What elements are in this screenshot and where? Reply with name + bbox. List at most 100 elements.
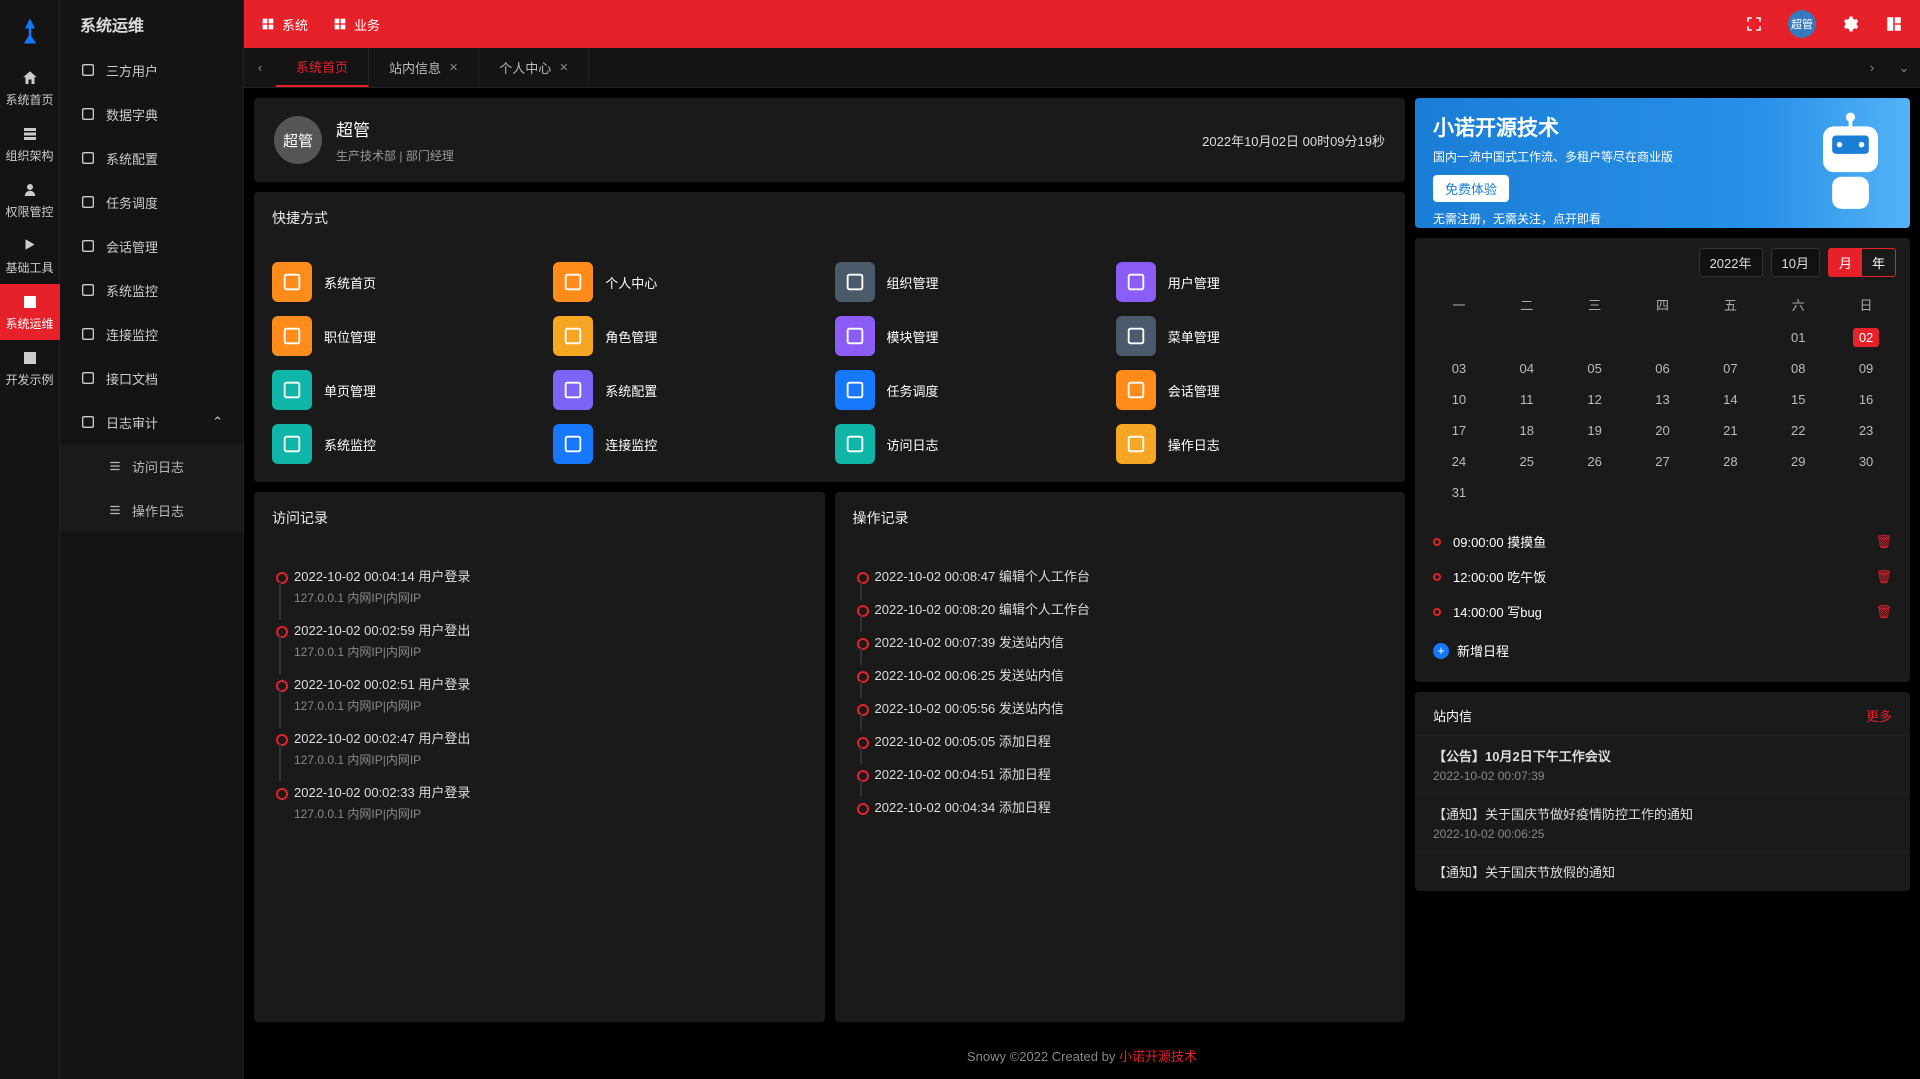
cal-day-18[interactable]: 18 bbox=[1493, 415, 1561, 446]
cal-day-16[interactable]: 16 bbox=[1832, 384, 1900, 415]
sub-item-8[interactable]: 日志审计⌃ bbox=[60, 400, 243, 444]
cal-day-20[interactable]: 20 bbox=[1629, 415, 1697, 446]
shortcut-1[interactable]: 个人中心 bbox=[553, 262, 824, 302]
tab-next-icon[interactable]: › bbox=[1856, 48, 1888, 87]
trash-icon[interactable]: 🗑 bbox=[1875, 569, 1892, 585]
tab-menu-icon[interactable]: ⌄ bbox=[1888, 48, 1920, 87]
cal-day-5[interactable]: 05 bbox=[1561, 353, 1629, 384]
tab-prev-icon[interactable]: ‹ bbox=[244, 48, 276, 87]
tab-0[interactable]: 系统首页 bbox=[276, 48, 369, 87]
cal-day-11[interactable]: 11 bbox=[1493, 384, 1561, 415]
shortcut-14[interactable]: 访问日志 bbox=[835, 424, 1106, 464]
sub-item-2[interactable]: 系统配置 bbox=[60, 136, 243, 180]
footer-link[interactable]: 小诺开源技术 bbox=[1119, 1049, 1197, 1064]
tab-close-icon[interactable]: ✕ bbox=[559, 61, 568, 74]
shortcut-5[interactable]: 角色管理 bbox=[553, 316, 824, 356]
cal-day-17[interactable]: 17 bbox=[1425, 415, 1493, 446]
cal-day-10[interactable]: 10 bbox=[1425, 384, 1493, 415]
tab-2[interactable]: 个人中心✕ bbox=[479, 48, 589, 87]
cal-day-28[interactable]: 28 bbox=[1696, 446, 1764, 477]
cal-day-2[interactable]: 02 bbox=[1832, 322, 1900, 353]
cal-day-24[interactable]: 24 bbox=[1425, 446, 1493, 477]
cal-dow: 日 bbox=[1832, 287, 1900, 322]
cal-day-22[interactable]: 22 bbox=[1764, 415, 1832, 446]
shortcut-13[interactable]: 连接监控 bbox=[553, 424, 824, 464]
shortcut-9[interactable]: 系统配置 bbox=[553, 370, 824, 410]
cal-day-23[interactable]: 23 bbox=[1832, 415, 1900, 446]
shortcut-12[interactable]: 系统监控 bbox=[272, 424, 543, 464]
user-card: 超管 超管 生产技术部 | 部门经理 2022年10月02日 00时09分19秒 bbox=[254, 98, 1405, 182]
cal-day-8[interactable]: 08 bbox=[1764, 353, 1832, 384]
timeline-item: 2022-10-02 00:05:56 发送站内信 bbox=[853, 698, 1388, 717]
shortcut-8[interactable]: 单页管理 bbox=[272, 370, 543, 410]
cal-month-select[interactable]: 10月 bbox=[1771, 248, 1820, 277]
message-item-0[interactable]: 【公告】10月2日下午工作会议2022-10-02 00:07:39 bbox=[1415, 735, 1910, 793]
promo-banner[interactable]: 小诺开源技术 国内一流中国式工作流、多租户等尽在商业版 免费体验 无需注册，无需… bbox=[1415, 98, 1910, 228]
layout-icon[interactable] bbox=[1884, 14, 1904, 34]
cal-day-3[interactable]: 03 bbox=[1425, 353, 1493, 384]
trash-icon[interactable]: 🗑 bbox=[1875, 604, 1892, 620]
sub-child-8-0[interactable]: 访问日志 bbox=[60, 444, 243, 488]
banner-button[interactable]: 免费体验 bbox=[1433, 175, 1509, 202]
trash-icon[interactable]: 🗑 bbox=[1875, 534, 1892, 550]
sub-item-1[interactable]: 数据字典 bbox=[60, 92, 243, 136]
user-avatar[interactable]: 超管 bbox=[1788, 10, 1816, 38]
shortcut-6[interactable]: 模块管理 bbox=[835, 316, 1106, 356]
tab-close-icon[interactable]: ✕ bbox=[449, 61, 458, 74]
shortcut-7[interactable]: 菜单管理 bbox=[1116, 316, 1387, 356]
shortcut-11[interactable]: 会话管理 bbox=[1116, 370, 1387, 410]
top-link-1[interactable]: 业务 bbox=[332, 15, 380, 34]
messages-more[interactable]: 更多 bbox=[1866, 706, 1892, 725]
cal-day-12[interactable]: 12 bbox=[1561, 384, 1629, 415]
mini-item-5[interactable]: 开发示例 bbox=[0, 340, 60, 396]
sub-child-8-1[interactable]: 操作日志 bbox=[60, 488, 243, 532]
cal-day-27[interactable]: 27 bbox=[1629, 446, 1697, 477]
sub-item-3[interactable]: 任务调度 bbox=[60, 180, 243, 224]
mini-item-2[interactable]: 权限管控 bbox=[0, 172, 60, 228]
top-link-0[interactable]: 系统 bbox=[260, 15, 308, 34]
cal-day-4[interactable]: 04 bbox=[1493, 353, 1561, 384]
sub-item-4[interactable]: 会话管理 bbox=[60, 224, 243, 268]
cal-day-9[interactable]: 09 bbox=[1832, 353, 1900, 384]
cal-day-13[interactable]: 13 bbox=[1629, 384, 1697, 415]
cal-day-21[interactable]: 21 bbox=[1696, 415, 1764, 446]
tab-1[interactable]: 站内信息✕ bbox=[369, 48, 479, 87]
sub-item-5[interactable]: 系统监控 bbox=[60, 268, 243, 312]
cal-day-26[interactable]: 26 bbox=[1561, 446, 1629, 477]
mini-item-1[interactable]: 组织架构 bbox=[0, 116, 60, 172]
cal-day-29[interactable]: 29 bbox=[1764, 446, 1832, 477]
cal-day-31[interactable]: 31 bbox=[1425, 477, 1493, 508]
shortcut-15[interactable]: 操作日志 bbox=[1116, 424, 1387, 464]
cal-day-14[interactable]: 14 bbox=[1696, 384, 1764, 415]
agenda-item-2: 14:00:00 写bug🗑 bbox=[1433, 594, 1892, 629]
agenda-add[interactable]: +新增日程 bbox=[1433, 629, 1892, 672]
cal-day-7[interactable]: 07 bbox=[1696, 353, 1764, 384]
sub-item-7[interactable]: 接口文档 bbox=[60, 356, 243, 400]
cal-day-6[interactable]: 06 bbox=[1629, 353, 1697, 384]
messages-card: 站内信 更多 【公告】10月2日下午工作会议2022-10-02 00:07:3… bbox=[1415, 692, 1910, 891]
message-item-2[interactable]: 【通知】关于国庆节放假的通知 bbox=[1415, 851, 1910, 891]
mini-item-0[interactable]: 系统首页 bbox=[0, 60, 60, 116]
mini-item-3[interactable]: 基础工具 bbox=[0, 228, 60, 284]
shortcut-10[interactable]: 任务调度 bbox=[835, 370, 1106, 410]
cal-day-19[interactable]: 19 bbox=[1561, 415, 1629, 446]
cal-year-select[interactable]: 2022年 bbox=[1699, 248, 1763, 277]
cal-day-25[interactable]: 25 bbox=[1493, 446, 1561, 477]
cal-day-1[interactable]: 01 bbox=[1764, 322, 1832, 353]
shortcut-4[interactable]: 职位管理 bbox=[272, 316, 543, 356]
sub-item-6[interactable]: 连接监控 bbox=[60, 312, 243, 356]
shortcut-0[interactable]: 系统首页 bbox=[272, 262, 543, 302]
sub-item-0[interactable]: 三方用户 bbox=[60, 48, 243, 92]
mini-item-4[interactable]: 系统运维 bbox=[0, 284, 60, 340]
cal-seg-month[interactable]: 月 bbox=[1829, 249, 1862, 276]
access-log-card: 访问记录 2022-10-02 00:04:14 用户登录127.0.0.1 内… bbox=[254, 492, 825, 1022]
shortcut-3[interactable]: 用户管理 bbox=[1116, 262, 1387, 302]
shortcut-2[interactable]: 组织管理 bbox=[835, 262, 1106, 302]
settings-icon[interactable] bbox=[1840, 14, 1860, 34]
cal-day-30[interactable]: 30 bbox=[1832, 446, 1900, 477]
cal-day-15[interactable]: 15 bbox=[1764, 384, 1832, 415]
messages-title: 站内信 bbox=[1433, 706, 1472, 725]
cal-seg-year[interactable]: 年 bbox=[1862, 249, 1895, 276]
message-item-1[interactable]: 【通知】关于国庆节做好疫情防控工作的通知2022-10-02 00:06:25 bbox=[1415, 793, 1910, 851]
fullscreen-icon[interactable] bbox=[1744, 14, 1764, 34]
